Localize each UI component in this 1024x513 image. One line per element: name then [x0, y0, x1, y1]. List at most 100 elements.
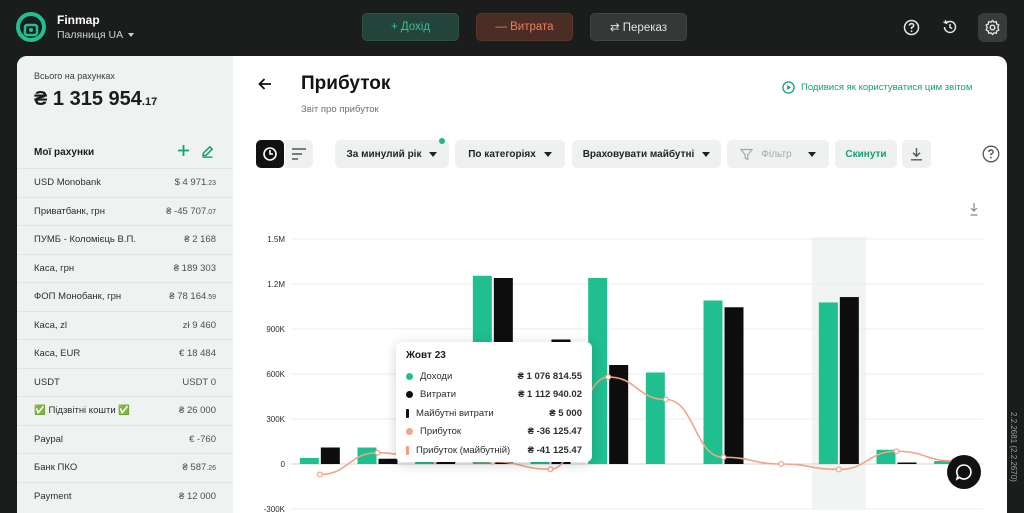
total-main: 1 315 954 [52, 88, 142, 110]
finmap-logo-icon[interactable] [16, 12, 46, 42]
account-amount-main: ₴ 26 000 [179, 405, 216, 417]
tooltip-row-expense: Витрати ₴ 1 112 940.02 [406, 386, 582, 405]
expense-bar [320, 447, 340, 464]
chart-view-toggle[interactable] [256, 140, 284, 168]
profit-chart: -300K 0 300K 600K 900K 1.2M 1.5M [264, 203, 983, 513]
reset-button[interactable]: Скинути [835, 140, 897, 168]
account-amount-main: ₴ -45 707 [166, 205, 207, 217]
account-amount: ₴ 2 168 [184, 234, 216, 245]
history-button[interactable] [937, 14, 963, 40]
total-balance: ₴ 1 315 954.17 [34, 88, 157, 111]
account-amount-main: € -760 [189, 433, 216, 445]
profit-point [547, 466, 554, 473]
account-name: ПУМБ - Коломієць В.П. [34, 234, 136, 246]
account-row[interactable]: Приватбанк, грн ₴ -45 707.07 [17, 196, 233, 226]
account-row[interactable]: ✅ Підзвітні кошти ✅ ₴ 26 000 [17, 396, 233, 425]
group-dropdown[interactable]: По категоріях [455, 140, 565, 168]
filter-bar: За минулий рік По категоріях Враховувати… [233, 138, 1007, 168]
chevron-down-icon [128, 33, 135, 37]
account-row[interactable]: Payment ₴ 12 000 [17, 481, 233, 511]
y-tick-label: 0 [281, 460, 286, 469]
account-row[interactable]: USDT USDT 0 [17, 367, 233, 397]
y-tick-label: 600K [266, 370, 285, 379]
active-filter-dot [439, 138, 445, 144]
account-amount: ₴ 12 000 [179, 491, 216, 502]
account-amount-main: $ 4 971 [174, 177, 207, 189]
account-name: ✅ Підзвітні кошти ✅ [34, 405, 131, 417]
settings-button[interactable] [978, 13, 1007, 42]
account-amount: ₴ -45 707.07 [166, 206, 216, 217]
account-amount-cents: .59 [206, 294, 216, 302]
tooltip-label: Прибуток [420, 426, 462, 438]
filter-button[interactable]: Фільтр [727, 140, 829, 168]
edit-accounts-icon[interactable] [201, 145, 214, 158]
account-amount: ₴ 26 000 [179, 405, 216, 416]
income-bar [703, 300, 723, 464]
support-chat-button[interactable] [947, 455, 981, 489]
accounts-sidebar: Всього на рахунках ₴ 1 315 954.17 Мої ра… [17, 56, 233, 513]
add-transfer-button[interactable]: ⇄ Переказ [590, 13, 687, 41]
add-account-icon[interactable] [177, 144, 190, 157]
tooltip-label: Доходи [420, 370, 453, 382]
total-cents: .17 [141, 96, 158, 108]
tutorial-link[interactable]: Подивися як користуватися цим звітом [782, 81, 972, 94]
list-view-toggle[interactable] [285, 140, 313, 168]
account-row[interactable]: Каса, EUR € 18 484 [17, 339, 233, 368]
profit-point [778, 461, 785, 468]
account-name: Каса, EUR [34, 348, 81, 360]
chevron-down-icon [702, 151, 711, 157]
tooltip-label: Прибуток (майбутній) [416, 444, 511, 456]
tooltip-row-future-expense: Майбутні витрати ₴ 5 000 [406, 404, 582, 423]
help-button[interactable] [898, 14, 924, 40]
account-name: Payment [34, 490, 72, 502]
expense-bar [839, 297, 859, 464]
group-dropdown-label: По категоріях [468, 148, 536, 160]
tooltip-row-profit: Прибуток ₴ -36 125.47 [406, 423, 582, 442]
account-amount-cents: .23 [206, 180, 216, 188]
tooltip-value: ₴ 1 112 940.02 [518, 389, 582, 401]
account-row[interactable]: Paypal € -760 [17, 424, 233, 454]
account-row[interactable]: Банк ПКО ₴ 587.26 [17, 453, 233, 482]
account-amount-cents: .07 [206, 208, 216, 216]
profit-point [662, 396, 669, 403]
add-income-button[interactable]: + Дохід [362, 13, 459, 41]
period-dropdown[interactable]: За минулий рік [335, 140, 449, 168]
account-row[interactable]: ФОП Монобанк, грн ₴ 78 164.59 [17, 282, 233, 311]
add-expense-button[interactable]: — Витрата [476, 13, 573, 41]
download-button[interactable] [902, 140, 931, 168]
y-tick-label: -300K [264, 505, 286, 513]
account-name: Приватбанк, грн [34, 205, 105, 217]
account-amount: ₴ 189 303 [174, 263, 216, 274]
account-name: ФОП Монобанк, грн [34, 291, 122, 303]
chart-tooltip: Жовт 23 Доходи ₴ 1 076 814.55 Витрати ₴ … [396, 342, 592, 462]
account-amount: ₴ 78 164.59 [169, 291, 216, 302]
account-row[interactable]: USD Monobank $ 4 971.23 [17, 168, 233, 197]
history-icon [943, 19, 957, 34]
profit-point [316, 471, 323, 478]
profit-point [893, 448, 900, 455]
tooltip-row-future-profit: Прибуток (майбутній) ₴ -41 125.47 [406, 441, 582, 460]
income-marker-icon [406, 372, 413, 380]
export-chart-icon[interactable] [970, 203, 978, 216]
account-name: Каса, грн [34, 262, 75, 274]
tutorial-link-label: Подивися як користуватися цим звітом [801, 82, 973, 93]
account-name: USDT [34, 376, 60, 388]
account-amount-main: ₴ 12 000 [179, 490, 216, 502]
help-icon[interactable] [982, 145, 1000, 163]
back-arrow-icon[interactable] [257, 76, 273, 92]
account-amount-cents: .26 [206, 465, 216, 473]
profit-marker-icon [406, 428, 413, 436]
workspace-selector[interactable]: Паляниця UA [57, 29, 135, 41]
future-dropdown[interactable]: Враховувати майбутні [572, 140, 721, 168]
expense-bar [724, 307, 744, 464]
expense-bar [897, 462, 917, 464]
page-title: Прибуток [301, 73, 391, 94]
account-row[interactable]: Каса, zl zł 9 460 [17, 310, 233, 340]
filter-icon [740, 148, 754, 160]
y-tick-label: 300K [266, 415, 285, 424]
y-tick-label: 1.5M [267, 235, 285, 244]
app-version: 2.2.2681 (2.2.2670) [1009, 412, 1018, 482]
account-row[interactable]: ПУМБ - Коломієць В.П. ₴ 2 168 [17, 225, 233, 254]
future-dropdown-label: Враховувати майбутні [582, 148, 695, 160]
account-row[interactable]: Каса, грн ₴ 189 303 [17, 253, 233, 283]
